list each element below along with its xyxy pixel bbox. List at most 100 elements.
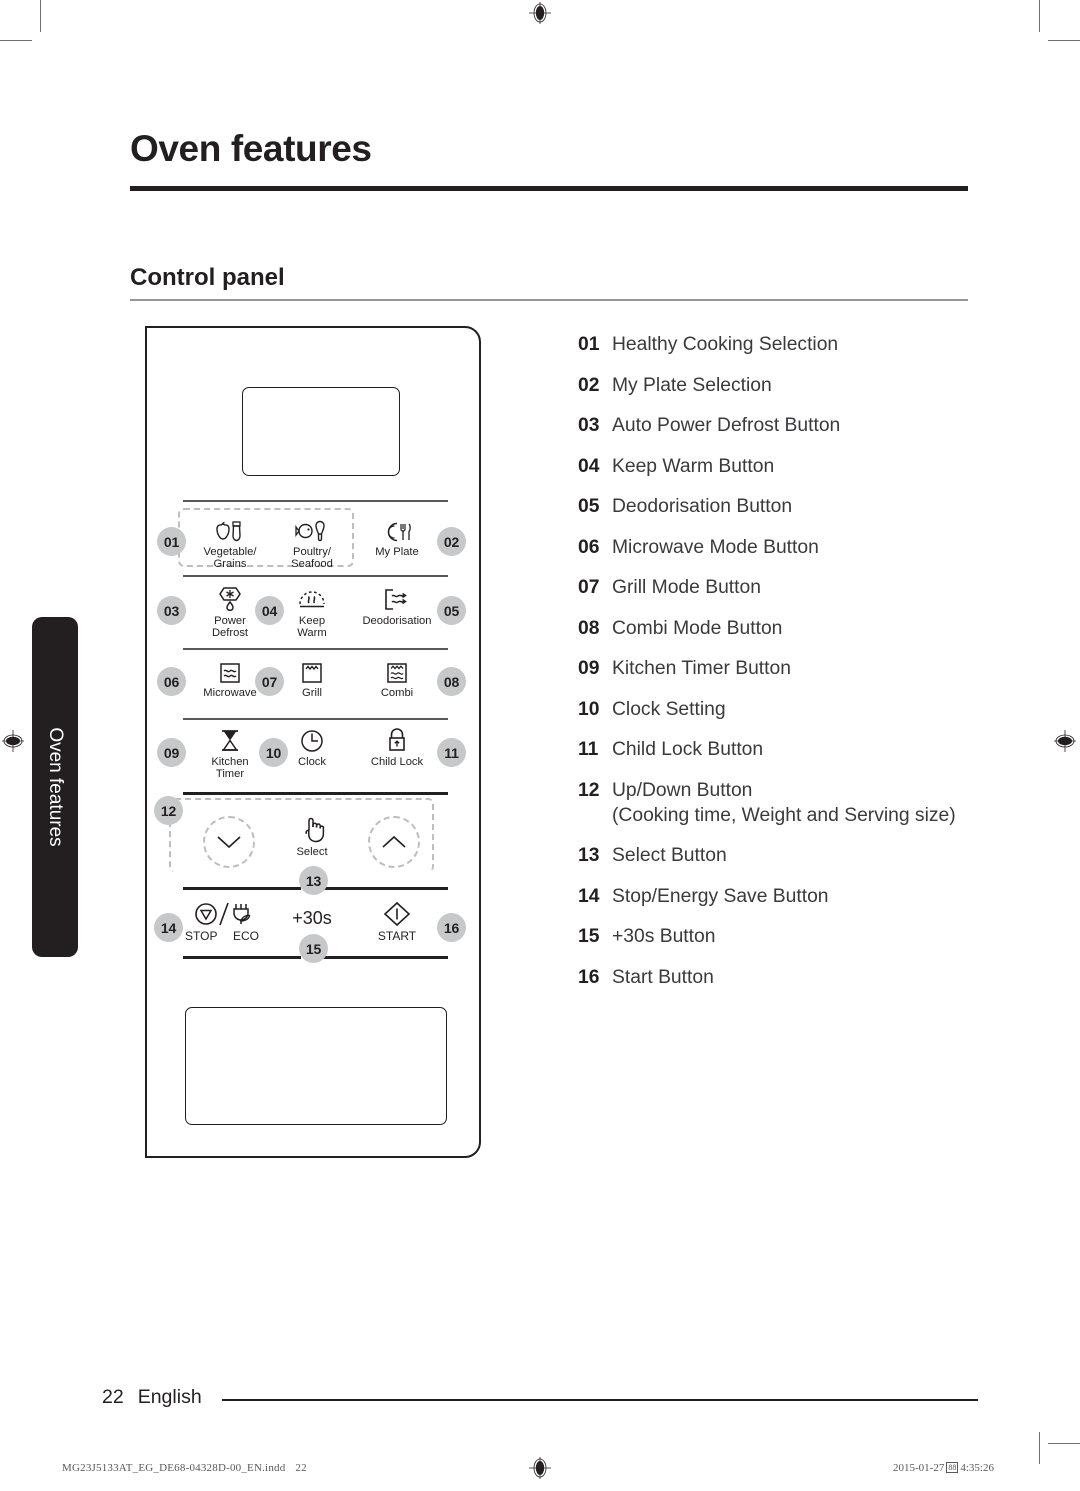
- legend-number: 02: [578, 374, 600, 396]
- legend-item-06: 06 Microwave Mode Button: [578, 535, 978, 560]
- imprint-page-number: 22: [295, 1462, 307, 1474]
- legend-number: 15: [578, 926, 600, 947]
- key-my-plate[interactable]: My Plate: [349, 514, 445, 558]
- registration-mark-left: [2, 730, 24, 752]
- row-divider-7-left: [183, 956, 301, 959]
- callout-05: 05: [437, 596, 466, 625]
- title-divider: [130, 186, 968, 191]
- padlock-icon: [349, 724, 445, 754]
- chapter-thumb-tab-label: Oven features: [45, 727, 66, 847]
- chapter-thumb-tab: Oven features: [32, 617, 78, 957]
- legend-number: 13: [578, 845, 600, 866]
- callout-04: 04: [255, 596, 284, 625]
- folio-divider: [222, 1399, 978, 1402]
- legend-item-05: 05 Deodorisation Button: [578, 494, 978, 519]
- legend-number: 07: [578, 577, 600, 598]
- legend-label: Auto Power Defrost Button: [612, 415, 841, 436]
- folio: 22 English: [102, 1386, 202, 1409]
- air-vent-icon: [349, 583, 445, 613]
- imprint-timestamp: 2015-01-27 88 4:35:26: [893, 1462, 994, 1474]
- row-divider-6-left: [183, 887, 301, 890]
- key-label-deodorisation: Deodorisation: [362, 615, 432, 627]
- row-divider-6-right: [309, 887, 448, 890]
- callout-16: 16: [437, 913, 466, 942]
- row-divider-7-right: [309, 956, 448, 959]
- callout-10: 10: [259, 738, 288, 767]
- legend-label: Keep Warm Button: [612, 455, 775, 477]
- legend-label: Start Button: [612, 966, 714, 988]
- key-start[interactable]: START: [349, 898, 445, 942]
- legend-label: Select Button: [612, 845, 727, 866]
- key-plus-30s[interactable]: +30s: [264, 903, 360, 933]
- row-divider-3: [183, 648, 448, 650]
- callout-11: 11: [437, 738, 466, 767]
- stop-label: STOP: [185, 929, 218, 943]
- legend-label: My Plate Selection: [612, 374, 772, 396]
- legend-item-01: 01 Healthy Cooking Selection: [578, 332, 978, 357]
- folio-page-number: 22: [102, 1386, 124, 1408]
- legend-item-12: 12 Up/Down Button (Cooking time, Weight …: [578, 778, 978, 828]
- legend-number: 10: [578, 698, 600, 720]
- legend-item-04: 04 Keep Warm Button: [578, 454, 978, 479]
- display-window: [242, 387, 400, 476]
- callout-07: 07: [255, 667, 284, 696]
- callout-15: 15: [299, 934, 328, 963]
- callout-09: 09: [157, 738, 186, 767]
- plate-cutlery-icon: [349, 514, 445, 544]
- legend-number: 12: [578, 779, 600, 801]
- eco-label: ECO: [232, 929, 259, 943]
- key-up[interactable]: [368, 816, 420, 868]
- legend-item-16: 16 Start Button: [578, 965, 978, 990]
- timestamp-date: 2015-01-27: [893, 1462, 945, 1474]
- callout-14: 14: [154, 913, 183, 942]
- legend-label: Grill Mode Button: [612, 577, 761, 598]
- control-panel-legend: 01 Healthy Cooking Selection 02 My Plate…: [578, 332, 978, 1005]
- legend-label: Kitchen Timer Button: [612, 658, 791, 679]
- legend-item-11: 11 Child Lock Button: [578, 737, 978, 762]
- legend-item-02: 02 My Plate Selection: [578, 373, 978, 398]
- legend-label: Healthy Cooking Selection: [612, 334, 839, 355]
- key-poultry-seafood[interactable]: Poultry/ Seafood: [264, 514, 360, 571]
- legend-item-08: 08 Combi Mode Button: [578, 616, 978, 641]
- row-divider-5: [183, 792, 448, 795]
- legend-number: 11: [578, 739, 599, 760]
- section-heading: Control panel: [130, 264, 285, 291]
- legend-number: 09: [578, 658, 600, 679]
- key-select[interactable]: Select: [264, 814, 360, 858]
- control-panel-illustration: Vegetable/ Grains Poultry/ Seafood My Pl…: [145, 326, 481, 1158]
- key-label-stop-eco: STOP ECO: [185, 929, 259, 943]
- imprint-filename: MG23J5133AT_EG_DE68-04328D-00_EN.indd 22: [62, 1462, 307, 1474]
- crop-mark-top-left-horizontal: [0, 40, 32, 42]
- key-deodorisation[interactable]: Deodorisation: [349, 583, 445, 627]
- chevron-down-icon: [217, 836, 241, 849]
- legend-item-10: 10 Clock Setting: [578, 697, 978, 722]
- key-label-poultry-seafood: Poultry/ Seafood: [291, 546, 333, 571]
- legend-number: 03: [578, 415, 600, 436]
- legend-number: 16: [578, 966, 600, 988]
- legend-number: 14: [578, 885, 600, 907]
- imprint-filename-text: MG23J5133AT_EG_DE68-04328D-00_EN.indd: [62, 1462, 286, 1474]
- legend-label: Up/Down Button (Cooking time, Weight and…: [612, 779, 956, 826]
- section-divider: [130, 299, 968, 301]
- legend-item-09: 09 Kitchen Timer Button: [578, 656, 978, 681]
- key-label-child-lock: Child Lock: [370, 756, 424, 768]
- key-child-lock[interactable]: Child Lock: [349, 724, 445, 768]
- chevron-up-icon: [382, 835, 406, 848]
- registration-mark-top: [529, 2, 551, 24]
- legend-number: 01: [578, 334, 600, 355]
- pointing-hand-icon: [264, 814, 360, 844]
- timestamp-time: 4:35:26: [960, 1462, 994, 1474]
- row-divider-2: [183, 575, 448, 577]
- key-down[interactable]: [203, 816, 255, 868]
- callout-12: 12: [154, 796, 183, 825]
- legend-number: 08: [578, 617, 600, 639]
- legend-label: Clock Setting: [612, 698, 726, 720]
- legend-number: 06: [578, 536, 600, 558]
- poultry-seafood-icon: [264, 514, 360, 544]
- legend-item-13: 13 Select Button: [578, 843, 978, 868]
- callout-01: 01: [157, 527, 186, 556]
- folio-language: English: [137, 1386, 202, 1408]
- crop-mark-top-right-horizontal: [1048, 40, 1080, 42]
- key-combi[interactable]: Combi: [349, 655, 445, 699]
- callout-02: 02: [437, 527, 466, 556]
